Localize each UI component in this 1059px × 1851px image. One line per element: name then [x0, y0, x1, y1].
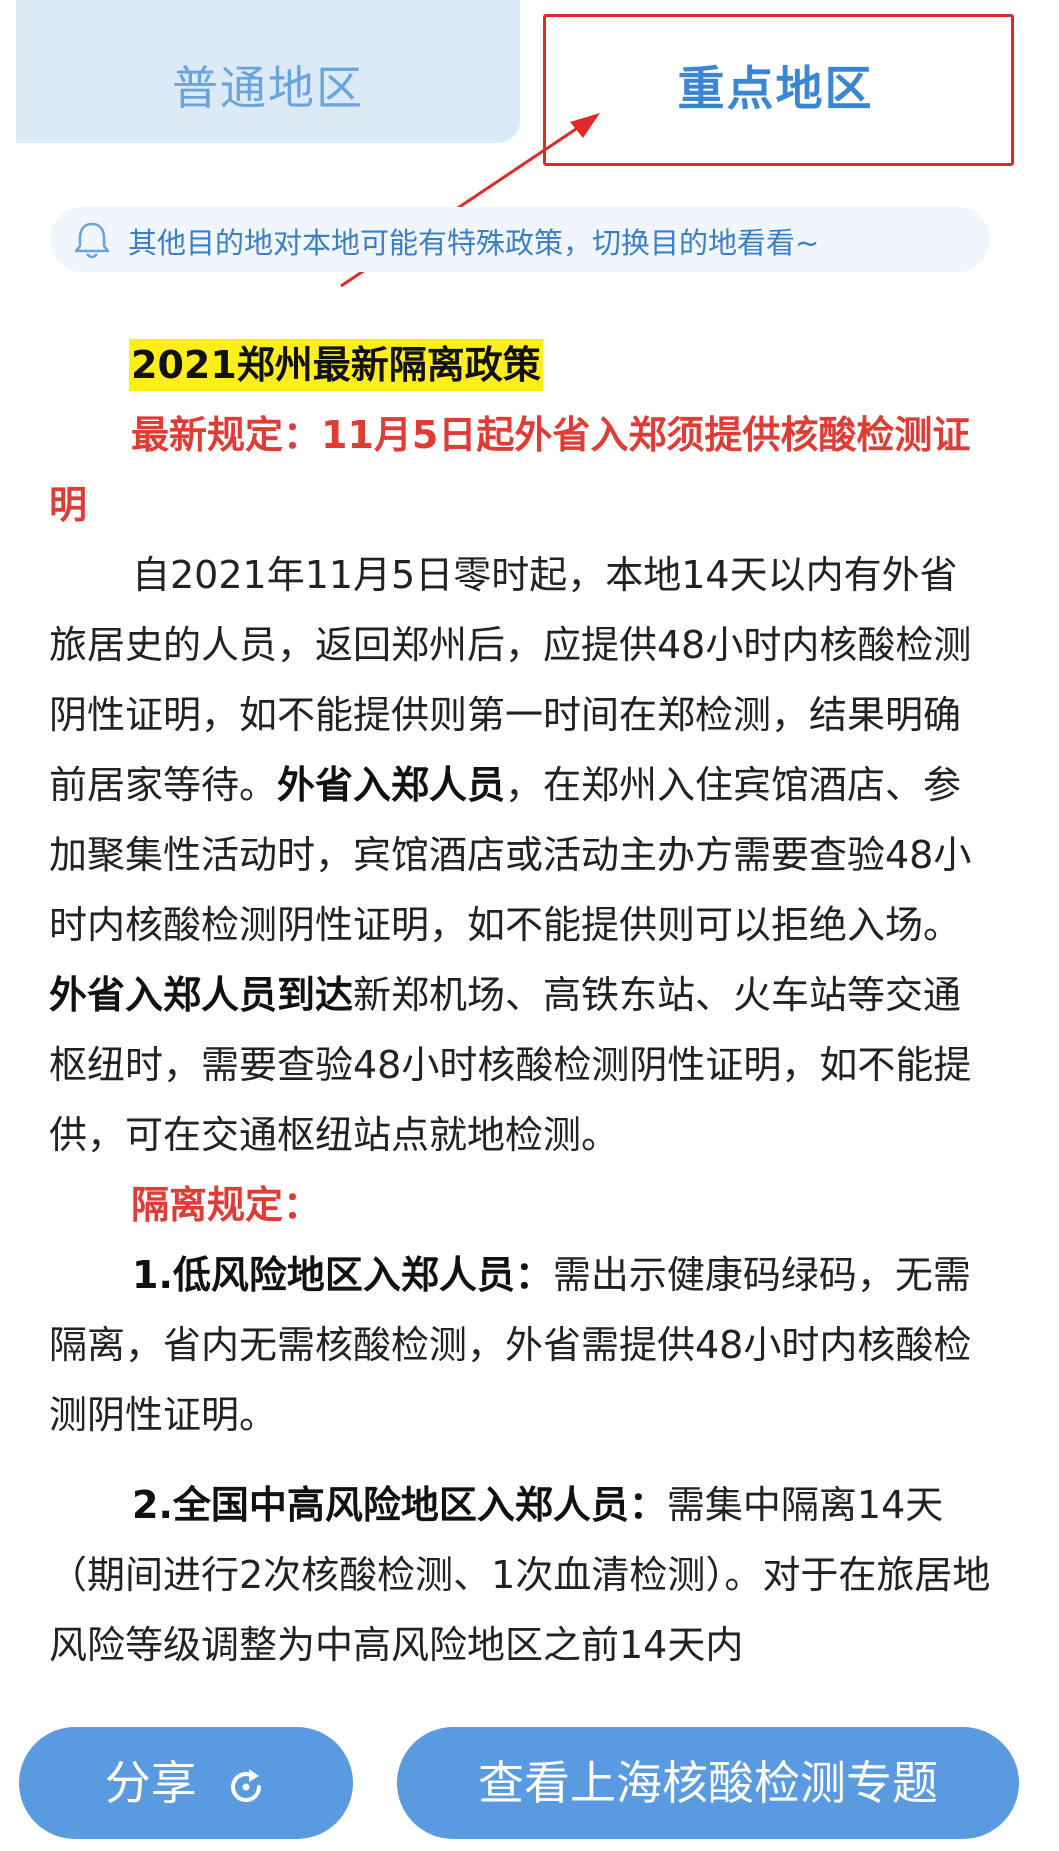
quarantine-heading: 隔离规定：: [131, 1183, 322, 1227]
notice-text: 其他目的地对本地可能有特殊政策，切换目的地看看~: [128, 226, 820, 260]
bell-icon: [74, 222, 110, 259]
rule-item-mid-high-risk: 2.全国中高风险地区入郑人员：需集中隔离14天（期间进行2次核酸检测、1次血清检…: [49, 1470, 994, 1680]
article-content: 2021郑州最新隔离政策 最新规定：11月5日起外省入郑须提供核酸检测证明 自2…: [49, 330, 994, 1680]
para-bold-text: 外省入郑人员到达: [49, 973, 354, 1017]
rule-item-low-risk: 1.低风险地区入郑人员：需出示健康码绿码，无需隔离，省内无需核酸检测，外省需提供…: [49, 1240, 994, 1450]
rule-item-label: 2.全国中高风险地区入郑人员：: [132, 1483, 667, 1527]
latest-rule-heading: 最新规定：11月5日起外省入郑须提供核酸检测证明: [49, 413, 971, 527]
destination-notice[interactable]: 其他目的地对本地可能有特殊政策，切换目的地看看~: [50, 207, 990, 272]
share-label: 分享: [104, 1756, 197, 1810]
article-title: 2021郑州最新隔离政策: [129, 339, 543, 391]
rule-item-label: 1.低风险地区入郑人员：: [132, 1253, 553, 1297]
topic-button[interactable]: 查看上海核酸检测专题: [397, 1727, 1019, 1839]
refresh-share-icon: [231, 1768, 262, 1802]
share-button[interactable]: 分享: [19, 1727, 353, 1839]
paragraph-latest-rule: 自2021年11月5日零时起，本地14天以内有外省旅居史的人员，返回郑州后，应提…: [49, 540, 994, 1170]
para-bold-text: 外省入郑人员: [277, 763, 506, 807]
topic-label: 查看上海核酸检测专题: [478, 1756, 938, 1810]
